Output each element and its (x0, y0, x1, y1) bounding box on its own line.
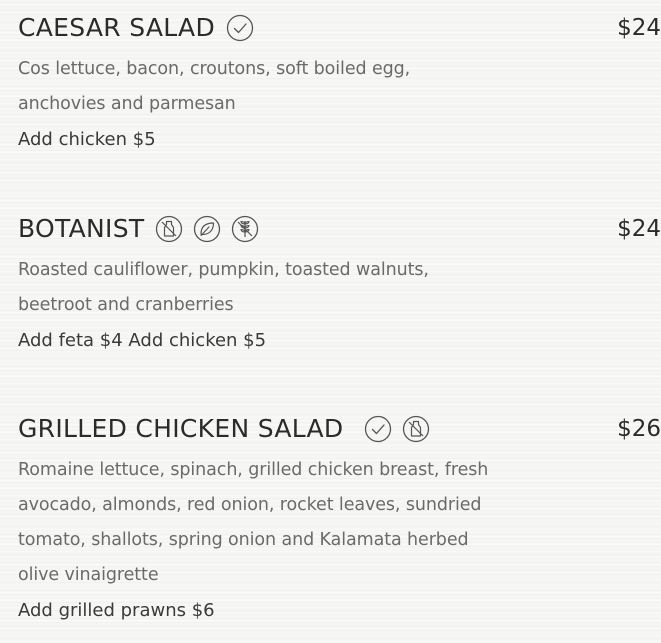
menu-item-name: CAESAR SALAD (18, 13, 215, 42)
menu-item-description: Roasted cauliflower, pumpkin, toasted wa… (18, 253, 661, 323)
menu-item-price: $24 (617, 15, 661, 41)
menu-item-header: GRILLED CHICKEN SALAD $26 (18, 411, 661, 447)
menu-item-addon: Add feta $4 Add chicken $5 (18, 330, 267, 351)
check-circle-icon (225, 13, 255, 43)
menu-item-addon: Add chicken $5 (18, 129, 156, 150)
check-circle-icon (363, 414, 393, 444)
dairy-free-bottle-icon (401, 414, 431, 444)
description-line: olive vinaigrette (18, 565, 159, 585)
dietary-icons (225, 13, 255, 43)
dietary-icons (363, 414, 431, 444)
description-line: beetroot and cranberries (18, 295, 234, 315)
menu-item-price: $24 (617, 216, 661, 242)
menu-item-name: BOTANIST (18, 214, 145, 243)
menu-item-botanist: BOTANIST $24 Roasted cauliflower, pumpki… (18, 211, 661, 358)
description-line: Romaine lettuce, spinach, grilled chicke… (18, 460, 489, 480)
description-line: anchovies and parmesan (18, 94, 236, 114)
menu-item-addon: Add grilled prawns $6 (18, 600, 215, 621)
gluten-free-wheat-icon (230, 214, 260, 244)
menu-item-grilled-chicken-salad: GRILLED CHICKEN SALAD $26 Romaine lettuc… (18, 411, 661, 628)
description-line: Cos lettuce, bacon, croutons, soft boile… (18, 59, 411, 79)
menu-item-caesar-salad: CAESAR SALAD $24 Cos lettuce, bacon, cro… (18, 10, 661, 157)
menu-item-name: GRILLED CHICKEN SALAD (18, 414, 344, 443)
description-line: tomato, shallots, spring onion and Kalam… (18, 530, 469, 550)
menu-item-title: BOTANIST (18, 211, 260, 247)
menu-item-title: CAESAR SALAD (18, 10, 255, 46)
description-line: Roasted cauliflower, pumpkin, toasted wa… (18, 260, 429, 280)
menu-item-description: Romaine lettuce, spinach, grilled chicke… (18, 453, 661, 593)
menu-item-title: GRILLED CHICKEN SALAD (18, 411, 431, 447)
menu-item-header: CAESAR SALAD $24 (18, 10, 661, 46)
description-line: avocado, almonds, red onion, rocket leav… (18, 495, 482, 515)
menu-item-header: BOTANIST $24 (18, 211, 661, 247)
menu-item-description: Cos lettuce, bacon, croutons, soft boile… (18, 52, 661, 122)
dairy-free-bottle-icon (154, 214, 184, 244)
vegan-leaf-icon (192, 214, 222, 244)
menu-item-price: $26 (617, 416, 661, 442)
dietary-icons (154, 214, 260, 244)
